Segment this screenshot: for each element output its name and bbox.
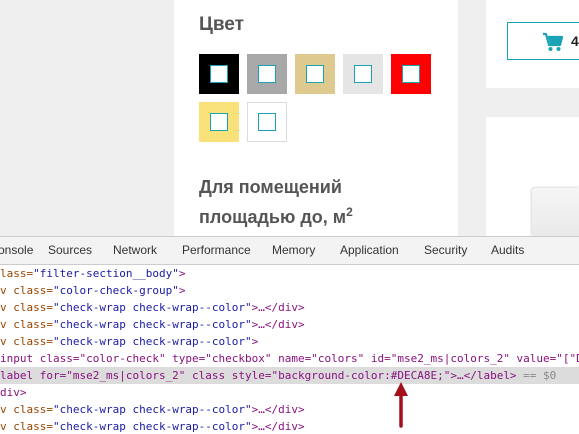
cart-icon: [543, 32, 564, 51]
tag-end: >…</div>: [251, 301, 305, 314]
area-filter-label: Для помещений площадью до, м: [199, 177, 347, 227]
attr-name: v class=: [0, 403, 53, 416]
selected-node-code: label for="mse2_ms|colors_2" class style…: [0, 369, 517, 382]
color-swatch-red[interactable]: [391, 54, 431, 94]
checkbox-icon: [210, 113, 228, 131]
color-swatch-light-gray[interactable]: [343, 54, 383, 94]
tab-application[interactable]: Application: [340, 243, 399, 257]
dom-node-label-selected[interactable]: label for="mse2_ms|colors_2" class style…: [0, 367, 579, 384]
tag-end: >: [178, 284, 186, 297]
color-swatch-gray[interactable]: [247, 54, 287, 94]
tag-end: >…</div>: [251, 420, 305, 433]
checkbox-icon: [210, 65, 228, 83]
tab-sources[interactable]: Sources: [48, 243, 92, 257]
cart-count: 4: [571, 33, 579, 49]
dom-node[interactable]: lass="filter-section__body">: [0, 265, 579, 282]
attr-value: "check-wrap check-wrap--color": [52, 335, 252, 348]
checkbox-icon: [258, 113, 276, 131]
attr-name: v class=: [0, 318, 53, 331]
tag-end: >…</div>: [251, 403, 305, 416]
color-swatch-black[interactable]: [199, 54, 239, 94]
checkbox-icon: [402, 65, 420, 83]
checkbox-icon: [354, 65, 372, 83]
color-swatch-beige[interactable]: [295, 54, 335, 94]
color-filter-title: Цвет: [199, 14, 244, 35]
attr-value: "check-wrap check-wrap--color": [52, 420, 252, 433]
tag-end: >: [178, 267, 186, 280]
color-swatch-white[interactable]: [247, 102, 287, 142]
attr-value: "filter-section__body": [33, 267, 179, 280]
devtools-panel: onsole Sources Network Performance Memor…: [0, 236, 579, 434]
tab-audits[interactable]: Audits: [491, 243, 524, 257]
annotation-arrow-icon: [394, 382, 408, 428]
dom-node[interactable]: v class="check-wrap check-wrap--color">……: [0, 401, 579, 418]
tab-network[interactable]: Network: [113, 243, 157, 257]
dom-node[interactable]: v class="check-wrap check-wrap--color">……: [0, 418, 579, 434]
attr-value: "check-wrap check-wrap--color": [52, 318, 252, 331]
tab-console[interactable]: onsole: [0, 243, 33, 257]
dom-node[interactable]: v class="check-wrap check-wrap--color">……: [0, 316, 579, 333]
tab-memory[interactable]: Memory: [272, 243, 315, 257]
area-unit-superscript: 2: [346, 205, 353, 219]
checkbox-icon: [258, 65, 276, 83]
devtools-tabbar: onsole Sources Network Performance Memor…: [0, 237, 579, 265]
area-filter-title: Для помещений площадью до, м2: [199, 175, 419, 230]
attr-name: v class=: [0, 420, 53, 433]
attr-value: "color-check-group": [52, 284, 179, 297]
attr-name: v class=: [0, 335, 53, 348]
console-ref: == $0: [516, 369, 557, 382]
dom-node[interactable]: v class="color-check-group">: [0, 282, 579, 299]
attr-name: v class=: [0, 284, 53, 297]
dom-node[interactable]: v class="check-wrap check-wrap--color">: [0, 333, 579, 350]
attr-value: "check-wrap check-wrap--color": [52, 403, 252, 416]
tab-performance[interactable]: Performance: [182, 243, 251, 257]
checkbox-icon: [306, 65, 324, 83]
dom-node-close[interactable]: div>: [0, 384, 579, 401]
add-to-cart-button[interactable]: 4: [507, 22, 579, 60]
product-image: [532, 188, 579, 236]
attr-name: v class=: [0, 301, 53, 314]
elements-tree: lass="filter-section__body"> v class="co…: [0, 265, 579, 434]
dom-node-input[interactable]: input class="color-check" type="checkbox…: [0, 350, 579, 367]
tab-security[interactable]: Security: [424, 243, 467, 257]
attr-name: lass=: [0, 267, 34, 280]
attr-value: "check-wrap check-wrap--color": [52, 301, 252, 314]
tag-end: >: [251, 335, 259, 348]
tag-end: >…</div>: [251, 318, 305, 331]
dom-node[interactable]: v class="check-wrap check-wrap--color">……: [0, 299, 579, 316]
color-swatch-yellow[interactable]: [199, 102, 239, 142]
